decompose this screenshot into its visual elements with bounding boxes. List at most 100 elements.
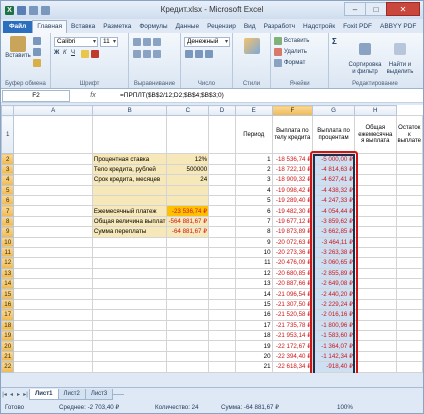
prev-sheet-icon[interactable]: ◂ <box>8 391 15 398</box>
cell-interest[interactable]: -3 060,65 ₽ <box>312 257 356 269</box>
cell-principal[interactable]: -20 887,66 ₽ <box>271 278 314 290</box>
undo-icon[interactable] <box>29 5 38 15</box>
row-header[interactable]: 18 <box>1 319 15 332</box>
cell-spacer[interactable] <box>208 257 236 269</box>
row-header[interactable]: 19 <box>1 330 15 342</box>
sheet-tab-3[interactable]: Лист3 <box>84 389 114 400</box>
row-header[interactable]: 10 <box>1 236 15 248</box>
cell-total[interactable] <box>354 350 397 363</box>
cell-spacer[interactable] <box>208 330 236 342</box>
cell-a[interactable] <box>13 205 93 217</box>
row-header[interactable]: 23 <box>1 371 15 373</box>
cell-interest[interactable]: -2 855,89 ₽ <box>312 267 356 280</box>
align-bottom-icon[interactable] <box>153 38 161 46</box>
cell-principal[interactable]: -22 844,53 ₽ <box>271 371 314 373</box>
cell-spacer[interactable] <box>208 174 236 186</box>
tab-home[interactable]: Главная <box>32 20 68 33</box>
cell-c[interactable] <box>166 267 210 280</box>
cell-principal[interactable]: -18 536,74 ₽ <box>271 153 314 165</box>
cell-interest[interactable]: -2 440,20 ₽ <box>312 288 356 300</box>
label-cell[interactable]: Ежемесячный платеж <box>91 205 168 217</box>
cell-period[interactable]: 17 <box>234 319 273 332</box>
minimize-button[interactable]: – <box>344 2 366 16</box>
font-size-combo[interactable]: 11 <box>100 37 118 47</box>
cell-spacer[interactable] <box>208 267 236 280</box>
value-cell[interactable]: 12% <box>166 153 210 165</box>
header-balance[interactable]: Остаток к выплате <box>395 115 423 155</box>
cell-total[interactable] <box>354 215 397 228</box>
cell-balance[interactable] <box>395 174 423 186</box>
cell-interest[interactable]: -2 016,16 ₽ <box>312 309 356 321</box>
cell-spacer[interactable] <box>208 236 236 248</box>
cell-balance[interactable] <box>395 194 423 207</box>
cell-period[interactable]: 3 <box>234 174 273 186</box>
fill-color-icon[interactable] <box>81 50 89 58</box>
new-sheet-icon[interactable] <box>112 394 125 395</box>
cell-balance[interactable] <box>395 163 423 176</box>
cell-period[interactable]: 13 <box>234 278 273 290</box>
italic-button[interactable]: К <box>63 50 67 56</box>
cell-period[interactable]: 5 <box>234 194 273 207</box>
cell-period[interactable]: 1 <box>234 153 273 165</box>
cell-a[interactable] <box>13 350 93 363</box>
align-center-icon[interactable] <box>143 50 151 58</box>
cell-a[interactable] <box>13 236 93 248</box>
cell-b[interactable] <box>91 371 168 373</box>
cell-interest[interactable]: -692,21 ₽ <box>312 371 356 373</box>
tab-insert[interactable]: Вставка <box>67 21 99 33</box>
formula-input[interactable]: =ПРПЛТ($B$2/12;D2;$B$4;$B$3;0) <box>116 92 224 99</box>
column-header-f[interactable]: F <box>271 105 314 117</box>
cell-total[interactable] <box>354 184 397 196</box>
cell-b[interactable] <box>91 184 168 196</box>
cell-spacer[interactable] <box>208 309 236 321</box>
cell-balance[interactable] <box>395 330 423 342</box>
cell-a[interactable] <box>13 226 93 238</box>
cell-balance[interactable] <box>395 246 423 259</box>
cell-a[interactable] <box>13 278 93 290</box>
cell-spacer[interactable] <box>208 205 236 217</box>
cell-balance[interactable] <box>395 288 423 300</box>
cell-a[interactable] <box>13 184 93 196</box>
cell-spacer[interactable] <box>208 361 236 373</box>
last-sheet-icon[interactable]: ▸| <box>22 391 29 398</box>
cell-period[interactable]: 21 <box>234 361 273 373</box>
sheet-tab-1[interactable]: Лист1 <box>29 389 59 400</box>
cell-interest[interactable]: -4 627,41 ₽ <box>312 174 356 186</box>
cell-spacer[interactable] <box>208 215 236 228</box>
cell-total[interactable] <box>354 194 397 207</box>
cell-a[interactable] <box>13 215 93 228</box>
cell-principal[interactable]: -19 098,42 ₽ <box>271 184 314 196</box>
cell-period[interactable]: 12 <box>234 267 273 280</box>
column-header-e[interactable]: E <box>234 105 273 117</box>
cell-total[interactable] <box>354 153 397 165</box>
column-header-d[interactable]: D <box>208 105 236 117</box>
column-header-g[interactable]: G <box>312 105 356 117</box>
cell-a[interactable] <box>13 115 93 155</box>
row-header[interactable]: 8 <box>1 215 15 228</box>
cell-principal[interactable]: -20 680,85 ₽ <box>271 267 314 280</box>
cell-a[interactable] <box>13 298 93 311</box>
currency-icon[interactable] <box>185 50 193 58</box>
cell-total[interactable] <box>354 174 397 186</box>
header-period[interactable]: Период <box>234 115 273 155</box>
cell-period[interactable]: 11 <box>234 257 273 269</box>
cell-a[interactable] <box>13 246 93 259</box>
cell-period[interactable]: 10 <box>234 246 273 259</box>
cell-a[interactable] <box>13 257 93 269</box>
header-interest[interactable]: Выплата по процентам <box>312 115 356 155</box>
cell-principal[interactable]: -20 273,36 ₽ <box>271 246 314 259</box>
cell-c[interactable] <box>166 257 210 269</box>
cell-principal[interactable]: -19 873,89 ₽ <box>271 226 314 238</box>
cell-balance[interactable] <box>395 226 423 238</box>
cell-total[interactable] <box>354 163 397 176</box>
sheet-tab-2[interactable]: Лист2 <box>57 389 86 400</box>
cell-spacer[interactable] <box>208 153 236 165</box>
cell-a[interactable] <box>13 174 93 186</box>
cell-total[interactable] <box>354 278 397 290</box>
cell-principal[interactable]: -20 476,09 ₽ <box>271 257 314 269</box>
cell-balance[interactable] <box>395 153 423 165</box>
cell-b[interactable] <box>91 298 168 311</box>
tab-developer[interactable]: Разработч <box>260 21 299 33</box>
cell-a[interactable] <box>13 340 93 352</box>
cell-b[interactable] <box>91 115 168 155</box>
